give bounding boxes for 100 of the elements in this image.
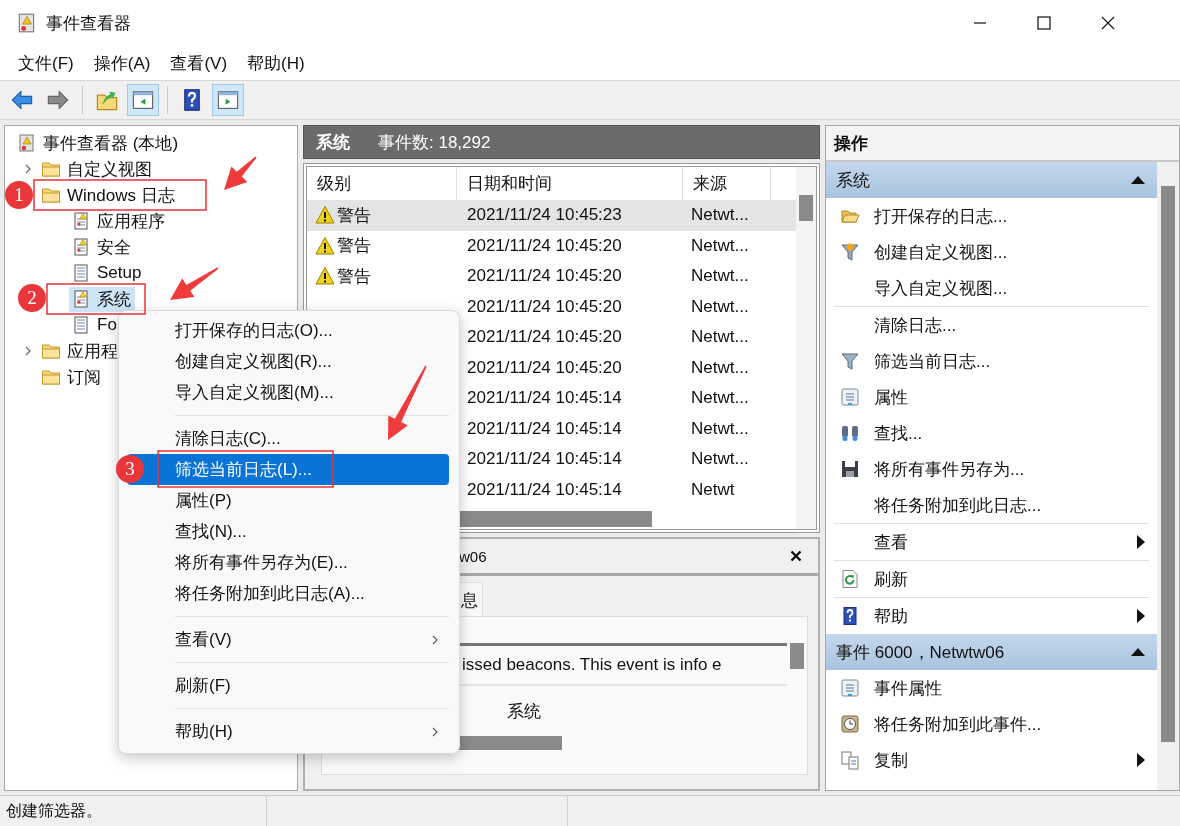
table-cell-text: 2021/11/24 10:45:14 [466, 388, 623, 409]
menu-item[interactable]: 导入自定义视图(M)... [127, 377, 449, 408]
menu-item[interactable]: 创建自定义视图(R)... [127, 346, 449, 377]
action-item[interactable]: 将任务附加到此日志... [826, 487, 1157, 523]
warning-icon [315, 205, 335, 226]
table-cell-text: Netwt... [690, 357, 750, 378]
filter-icon [840, 242, 860, 262]
log-warning-icon [71, 289, 91, 309]
section-header[interactable]: 系统 [826, 162, 1157, 198]
refresh-icon [840, 569, 860, 589]
scrollbar[interactable] [1157, 162, 1179, 790]
menu-item[interactable]: 清除日志(C)... [127, 423, 449, 454]
warning-icon [315, 235, 335, 256]
tree-item[interactable]: 应用程序 [69, 208, 169, 234]
action-item[interactable]: 复制 [826, 742, 1157, 778]
toolbar-button[interactable] [212, 84, 244, 116]
table-cell-text: 2021/11/24 10:45:14 [466, 479, 623, 500]
table-cell-text: 警告 [337, 204, 371, 227]
action-item[interactable]: 查看 [826, 524, 1157, 560]
table-cell-text: Netwt... [690, 327, 750, 348]
log-name-value: 系统 [507, 700, 541, 723]
menu-item[interactable]: 查看(V) [160, 51, 238, 75]
folder-icon [41, 341, 61, 361]
pane-icon [131, 88, 155, 112]
tree-item[interactable]: 事件查看器 (本地) [15, 130, 183, 156]
collapse-icon[interactable] [1131, 648, 1145, 656]
tree-item[interactable]: Setup [69, 262, 146, 284]
event-title: w06 [459, 547, 487, 565]
folder-icon [41, 185, 61, 205]
table-cell-text: Netwt [690, 479, 736, 500]
scrollbar[interactable] [796, 167, 816, 529]
menu-item[interactable]: 将所有事件另存为(E)... [127, 547, 449, 578]
scrollbar-thumb[interactable] [790, 643, 804, 669]
action-item[interactable]: 帮助 [826, 598, 1157, 634]
log-icon [71, 315, 91, 335]
maximize-icon [1036, 15, 1052, 31]
table-cell-text: 2021/11/24 10:45:20 [466, 327, 623, 348]
action-item[interactable]: 创建自定义视图... [826, 234, 1157, 270]
forward-arrow-icon [46, 88, 70, 112]
action-item[interactable]: 将所有事件另存为... [826, 451, 1157, 487]
menu-item[interactable]: 帮助(H) [127, 716, 449, 747]
action-item[interactable]: 打开保存的日志... [826, 198, 1157, 234]
filter-icon [840, 351, 860, 371]
properties-icon [840, 678, 860, 698]
menu-item[interactable]: 帮助(H) [237, 51, 315, 75]
table-row[interactable]: 警告 2021/11/24 10:45:20 Netwt... [307, 261, 796, 292]
action-item[interactable]: 属性 [826, 379, 1157, 415]
table-cell-text: Netwt... [690, 449, 750, 470]
table-row[interactable]: 警告 2021/11/24 10:45:20 Netwt... [307, 230, 796, 261]
copy-icon [840, 750, 860, 770]
scrollbar-thumb[interactable] [457, 511, 652, 527]
help-icon [840, 606, 860, 626]
log-icon [71, 263, 91, 283]
table-cell-text: 警告 [337, 265, 371, 288]
table-cell-text: 2021/11/24 10:45:20 [466, 266, 623, 287]
window-title: 事件查看器 [46, 12, 131, 35]
tab[interactable]: 息 [459, 582, 483, 616]
action-item[interactable]: 事件属性 [826, 670, 1157, 706]
section-header[interactable]: 事件 6000，Netwtw06 [826, 634, 1157, 670]
action-item[interactable]: 清除日志... [826, 307, 1157, 343]
table-cell-text: 2021/11/24 10:45:23 [466, 205, 623, 226]
action-item[interactable]: 将任务附加到此事件... [826, 706, 1157, 742]
table-row[interactable]: 警告 2021/11/24 10:45:23 Netwt... [307, 200, 796, 231]
menu-item[interactable]: 将任务附加到此日志(A)... [127, 578, 449, 609]
scrollbar-thumb[interactable] [799, 195, 813, 221]
collapse-icon[interactable] [1131, 176, 1145, 184]
close-icon[interactable] [790, 550, 802, 562]
tree-item[interactable]: 应用程 [39, 338, 122, 364]
tree-item[interactable]: 订阅 [39, 364, 105, 390]
menu-item[interactable]: 刷新(F) [127, 670, 449, 701]
action-item[interactable]: 筛选当前日志... [826, 343, 1157, 379]
event-count: 事件数: 18,292 [378, 131, 491, 154]
warning-icon [315, 266, 335, 287]
chevron-icon[interactable] [23, 346, 33, 356]
toolbar-button[interactable] [127, 84, 159, 116]
close-icon [1100, 15, 1116, 31]
folder-icon [41, 367, 61, 387]
scrollbar-thumb[interactable] [1161, 186, 1175, 742]
action-item[interactable]: 查找... [826, 415, 1157, 451]
chevron-icon[interactable] [23, 164, 33, 174]
table-cell-text: 2021/11/24 10:45:14 [466, 418, 623, 439]
tree-item[interactable]: 自定义视图 [39, 156, 156, 182]
menu-item[interactable]: 查找(N)... [127, 516, 449, 547]
action-item[interactable]: 刷新 [826, 561, 1157, 597]
tree-item[interactable]: 系统 [69, 286, 135, 312]
event-message: issed beacons. This event is info e [462, 655, 722, 675]
annotation-arrow [170, 267, 219, 300]
table-cell-text: Netwt... [690, 388, 750, 409]
table-cell-text: 2021/11/24 10:45:20 [466, 357, 623, 378]
menu-item[interactable]: 操作(A) [83, 51, 161, 75]
menu-item[interactable]: 属性(P) [127, 485, 449, 516]
table-cell-text: 警告 [337, 235, 371, 258]
action-item[interactable]: 导入自定义视图... [826, 270, 1157, 306]
tree-item[interactable]: Fo [69, 314, 121, 336]
menu-item[interactable]: 文件(F) [8, 51, 84, 75]
menu-item[interactable]: 查看(V) [127, 624, 449, 655]
tree-item[interactable]: 安全 [69, 234, 135, 260]
table-cell-text: Netwt... [690, 205, 750, 226]
tree-item[interactable]: Windows 日志 [39, 182, 179, 208]
save-icon [840, 459, 860, 479]
